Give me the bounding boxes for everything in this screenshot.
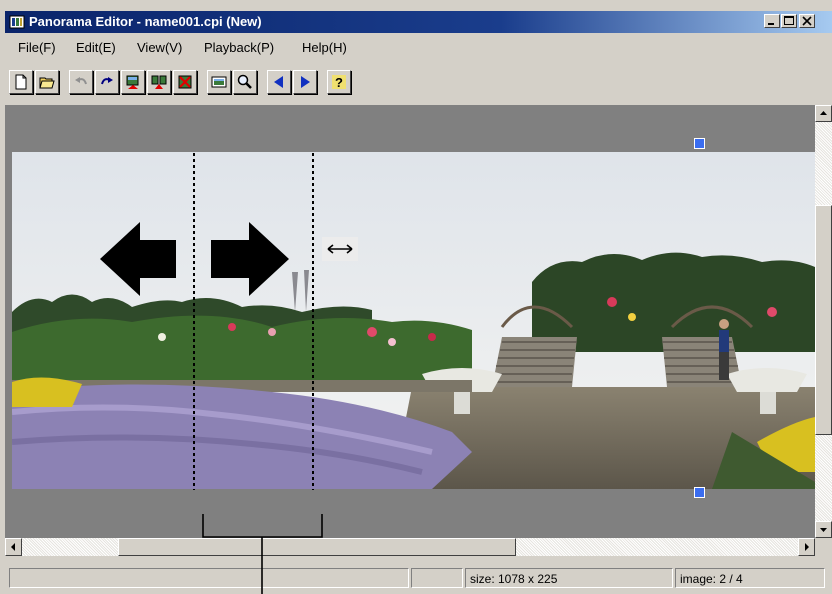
up-arrow-icon [820,111,827,115]
next-icon [301,76,310,88]
minimize-icon [768,23,774,25]
vertical-scroll-thumb[interactable] [815,205,832,435]
new-icon [15,74,27,90]
help-icon: ? [332,75,346,90]
window-title: Panorama Editor - name001.cpi (New) [29,14,262,29]
menu-help[interactable]: Help(H) [302,40,347,55]
swap-images-icon [151,75,167,89]
menu-view[interactable]: View(V) [137,40,182,55]
toolbar: ? [5,68,832,100]
left-arrow-icon [11,543,15,551]
svg-text:?: ? [335,75,343,90]
preview-icon [211,76,227,88]
zoom-button[interactable] [233,70,257,94]
help-button[interactable]: ? [327,70,351,94]
maximize-icon [784,16,794,25]
menu-edit[interactable]: Edit(E) [76,40,116,55]
close-icon [802,16,812,26]
horizontal-scrollbar[interactable] [5,538,815,556]
status-image-index: image: 2 / 4 [675,568,825,588]
app-window: Panorama Editor - name001.cpi (New) File… [0,0,832,594]
insert-image-icon [126,75,139,89]
scroll-left-button[interactable] [5,538,22,556]
vertical-scrollbar[interactable] [815,105,832,538]
panorama-image [12,152,815,489]
down-arrow-icon [820,528,827,532]
delete-image-icon [178,75,192,89]
bottom-right-marker[interactable] [694,487,705,498]
horizontal-scroll-thumb[interactable] [118,538,516,556]
open-folder-icon [39,77,55,89]
maximize-button[interactable] [781,14,797,28]
panorama-canvas[interactable] [5,105,815,538]
menu-playback[interactable]: Playback(P) [204,40,274,55]
close-button[interactable] [799,14,815,28]
scroll-up-button[interactable] [815,105,832,122]
scroll-corner [815,538,832,556]
menu-file[interactable]: File(F) [18,40,56,55]
status-size: size: 1078 x 225 [465,568,673,588]
undo-icon [75,77,87,85]
previous-icon [274,76,283,88]
swap-images-button[interactable] [147,70,171,94]
previous-button[interactable] [267,70,291,94]
redo-icon [101,77,113,85]
new-button[interactable] [9,70,33,94]
insert-image-button[interactable] [121,70,145,94]
scroll-down-button[interactable] [815,521,832,538]
scroll-right-button[interactable] [798,538,815,556]
redo-button[interactable] [95,70,119,94]
title-bar[interactable]: Panorama Editor - name001.cpi (New) [5,11,832,33]
delete-image-button[interactable] [173,70,197,94]
menu-bar: File(F) Edit(E) View(V) Playback(P) Help… [5,36,832,60]
top-right-marker[interactable] [694,138,705,149]
status-message [9,568,409,588]
right-arrow-icon [805,543,809,551]
zoom-icon [237,74,252,89]
next-button[interactable] [293,70,317,94]
open-button[interactable] [35,70,59,94]
app-icon [9,15,25,29]
status-panel-empty [411,568,463,588]
preview-button[interactable] [207,70,231,94]
status-bar: size: 1078 x 225 image: 2 / 4 [5,566,832,590]
undo-button[interactable] [69,70,93,94]
minimize-button[interactable] [764,14,780,28]
